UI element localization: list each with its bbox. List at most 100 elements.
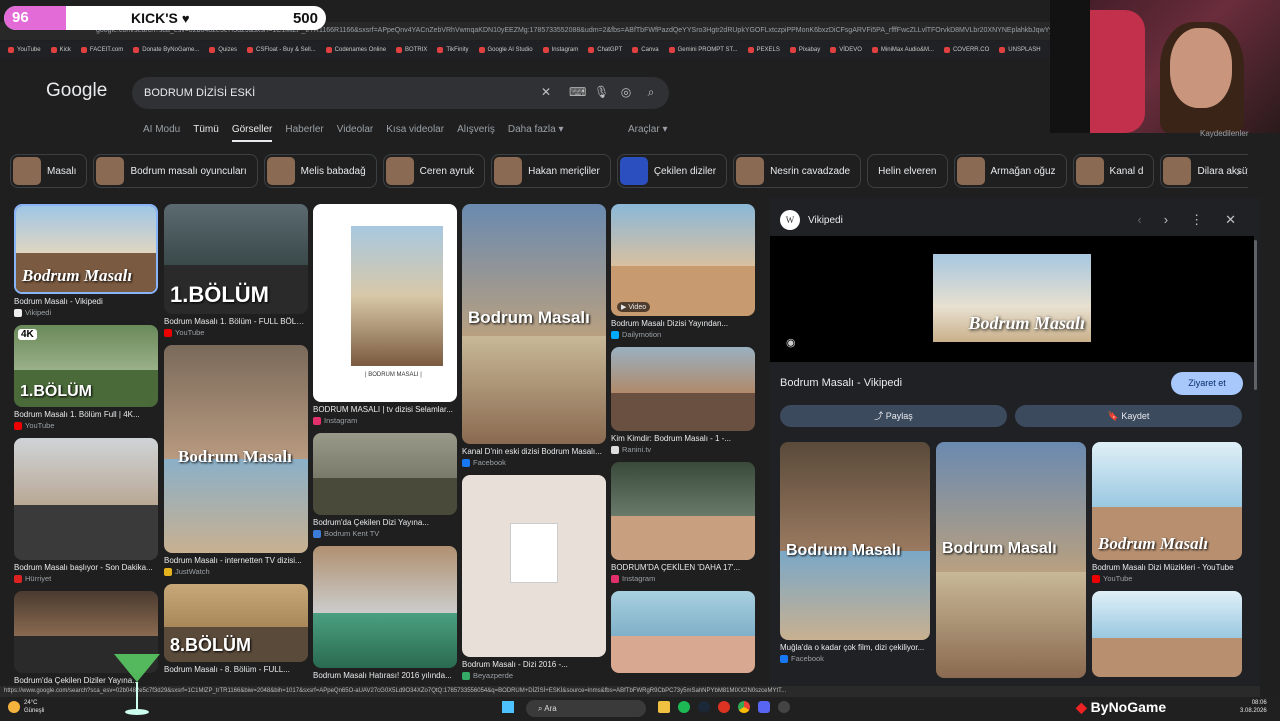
chip-7[interactable]: Helin elveren bbox=[867, 154, 948, 188]
share-button[interactable]: ⤴ Paylaş bbox=[780, 405, 1007, 427]
result-thumbnail[interactable]: | BODRUM MASALI | bbox=[313, 204, 457, 402]
result-title[interactable]: Bodrum Masalı 1. Bölüm Full | 4K... bbox=[14, 410, 158, 419]
keyboard-icon[interactable]: ⌨ bbox=[569, 85, 586, 99]
mic-icon[interactable]: 🎙 bbox=[594, 85, 609, 99]
opera-icon[interactable] bbox=[718, 701, 730, 713]
discord-icon[interactable] bbox=[758, 701, 770, 713]
result-card[interactable]: Bodrum Masalı başlıyor - Son Dakika... H… bbox=[14, 438, 158, 583]
chip-3[interactable]: Ceren ayruk bbox=[382, 154, 486, 188]
result-title[interactable]: Bodrum Masalı Hatırası! 2016 yılında... bbox=[313, 671, 457, 680]
weather-widget[interactable]: 24°C Güneşli bbox=[24, 699, 44, 715]
bookmark-item[interactable]: CSFloat - Buy & Sell... bbox=[246, 46, 316, 53]
related-thumbnail[interactable]: Bodrum Masalı bbox=[780, 442, 930, 640]
chip-5[interactable]: Çekilen diziler bbox=[616, 154, 728, 188]
chevron-right-icon[interactable]: › bbox=[1164, 212, 1168, 228]
result-thumbnail[interactable]: 1.BÖLÜM bbox=[164, 204, 308, 314]
search-input[interactable]: BODRUM DİZİSİ ESKİ bbox=[144, 87, 255, 99]
result-thumbnail[interactable] bbox=[462, 475, 606, 657]
lens-icon[interactable]: ◉ bbox=[786, 336, 796, 349]
chip-4[interactable]: Hakan meriçliler bbox=[491, 154, 611, 188]
result-title[interactable]: Bodrum Masalı - Vikipedi bbox=[14, 297, 158, 306]
result-title[interactable]: Bodrum Masalı - internetten TV dizisi... bbox=[164, 556, 308, 565]
bookmark-item[interactable]: Codenames Online bbox=[325, 46, 386, 53]
result-card[interactable]: Bodrum Masalı Hatırası! 2016 yılında... bbox=[313, 546, 457, 680]
related-card[interactable]: Bodrum Masalı Muğla'da o kadar çok film,… bbox=[780, 442, 930, 663]
chip-1[interactable]: Bodrum masalı oyuncuları bbox=[93, 154, 258, 188]
bookmark-item[interactable]: UNSPLASH bbox=[999, 46, 1041, 53]
result-thumbnail[interactable]: Bodrum Masalı bbox=[164, 345, 308, 553]
chip-9[interactable]: Kanal d bbox=[1072, 154, 1155, 188]
result-card[interactable]: 8.BÖLÜM Bodrum Masalı - 8. Bölüm - FULL.… bbox=[164, 584, 308, 674]
result-thumbnail[interactable]: 8.BÖLÜM bbox=[164, 584, 308, 662]
result-thumbnail[interactable]: Bodrum Masalı bbox=[14, 204, 158, 294]
tab-5[interactable]: Kısa videolar bbox=[386, 124, 444, 142]
chrome-icon[interactable] bbox=[738, 701, 750, 713]
result-card[interactable]: 4K 1.BÖLÜM Bodrum Masalı 1. Bölüm Full |… bbox=[14, 325, 158, 430]
tab-1[interactable]: Tümü bbox=[193, 124, 219, 142]
chevron-right-icon[interactable]: › bbox=[1236, 163, 1241, 179]
panel-title[interactable]: Bodrum Masalı - Vikipedi bbox=[780, 377, 902, 389]
result-thumbnail[interactable] bbox=[611, 347, 755, 431]
related-thumbnail[interactable]: Bodrum Masalı bbox=[1092, 442, 1242, 560]
result-title[interactable]: Bodrum'da Çekilen Dizi Yayına... bbox=[313, 518, 457, 527]
related-card[interactable]: Bodrum Masalı Bodrum Masalı Dizi Müzikle… bbox=[1092, 442, 1242, 677]
file-explorer-icon[interactable] bbox=[658, 701, 670, 713]
tab-7[interactable]: Daha fazla ▾ bbox=[508, 124, 564, 142]
chip-6[interactable]: Nesrin cavadzade bbox=[733, 154, 862, 188]
bookmark-item[interactable]: MiniMax Audio&M... bbox=[871, 46, 934, 53]
result-thumbnail[interactable]: ▶ Video bbox=[611, 204, 755, 316]
result-thumbnail[interactable]: Bodrum Masalı bbox=[462, 204, 606, 444]
bookmark-item[interactable]: Canva bbox=[632, 46, 659, 53]
related-card[interactable]: Bodrum Masalı bbox=[936, 442, 1086, 678]
result-card[interactable]: Kim Kimdir: Bodrum Masalı - 1 -... Ranin… bbox=[611, 347, 755, 454]
result-title[interactable]: Bodrum Masalı 1. Bölüm - FULL BÖLÜ... bbox=[164, 317, 308, 326]
obs-icon[interactable] bbox=[778, 701, 790, 713]
bookmark-item[interactable]: PEXELS bbox=[747, 46, 780, 53]
bookmark-item[interactable]: COVERR.CO bbox=[943, 46, 989, 53]
result-card[interactable]: Bodrum Masalı Kanal D'nin eski dizisi Bo… bbox=[462, 204, 606, 467]
bookmark-item[interactable]: FACEIT.com bbox=[80, 46, 123, 53]
visit-button[interactable]: Ziyaret et bbox=[1171, 372, 1243, 395]
related-title[interactable]: Muğla'da o kadar çok film, dizi çekiliyo… bbox=[780, 643, 930, 652]
bookmark-item[interactable]: BOTRIX bbox=[396, 46, 427, 53]
tab-3[interactable]: Haberler bbox=[285, 124, 323, 142]
result-card[interactable]: Bodrum Masalı Bodrum Masalı - internette… bbox=[164, 345, 308, 576]
google-logo[interactable]: Google bbox=[46, 80, 107, 102]
result-title[interactable]: Bodrum Masalı başlıyor - Son Dakika... bbox=[14, 563, 158, 572]
related-thumbnail[interactable] bbox=[1092, 591, 1242, 677]
result-card[interactable]: Bodrum Masalı - Dizi 2016 -... Beyazperd… bbox=[462, 475, 606, 680]
bookmark-item[interactable]: Kick bbox=[50, 46, 71, 53]
more-vert-icon[interactable]: ⋮ bbox=[1190, 212, 1203, 228]
chevron-left-icon[interactable]: ‹ bbox=[1137, 212, 1141, 228]
windows-start-icon[interactable] bbox=[502, 701, 514, 713]
chip-0[interactable]: Masalı bbox=[10, 154, 88, 188]
chip-2[interactable]: Melis babadağ bbox=[263, 154, 377, 188]
tab-4[interactable]: Videolar bbox=[337, 124, 374, 142]
bookmark-item[interactable]: Gemini PROMPT ST... bbox=[668, 46, 738, 53]
bookmark-item[interactable]: YouTube bbox=[8, 46, 41, 53]
tab-2[interactable]: Görseller bbox=[231, 124, 273, 142]
spotify-icon[interactable] bbox=[678, 701, 690, 713]
bookmark-item[interactable]: ChatGPT bbox=[588, 46, 622, 53]
result-card[interactable] bbox=[611, 591, 755, 673]
result-title[interactable]: BODRUM MASALI | tv dizisi Selamlar... bbox=[313, 405, 457, 414]
bookmark-item[interactable]: VİDEVO bbox=[830, 46, 862, 53]
taskbar-search[interactable]: ⌕ Ara bbox=[526, 700, 646, 717]
result-card[interactable]: | BODRUM MASALI | BODRUM MASALI | tv diz… bbox=[313, 204, 457, 425]
bookmark-item[interactable]: Pixabay bbox=[789, 46, 820, 53]
lens-icon[interactable]: ◎ bbox=[619, 85, 633, 99]
result-title[interactable]: Bodrum Masalı Dizisi Yayından... bbox=[611, 319, 755, 328]
tab-6[interactable]: Alışveriş bbox=[457, 124, 495, 142]
result-thumbnail[interactable] bbox=[313, 433, 457, 515]
search-icon[interactable]: ⌕ bbox=[644, 85, 658, 99]
clock[interactable]: 08:06 3.08.2026 bbox=[1240, 699, 1267, 715]
result-title[interactable]: Bodrum Masalı - Dizi 2016 -... bbox=[462, 660, 606, 669]
result-card[interactable]: ▶ Video Bodrum Masalı Dizisi Yayından...… bbox=[611, 204, 755, 339]
result-thumbnail[interactable] bbox=[14, 438, 158, 560]
panel-source[interactable]: Vikipedi bbox=[808, 215, 843, 226]
bookmark-item[interactable]: Donate ByNoGame... bbox=[133, 46, 199, 53]
result-thumbnail[interactable] bbox=[313, 546, 457, 668]
result-thumbnail[interactable] bbox=[611, 462, 755, 560]
result-card[interactable]: BODRUM'DA ÇEKİLEN 'DAHA 17'... Instagram bbox=[611, 462, 755, 583]
bookmark-item[interactable]: TikFinity bbox=[437, 46, 469, 53]
